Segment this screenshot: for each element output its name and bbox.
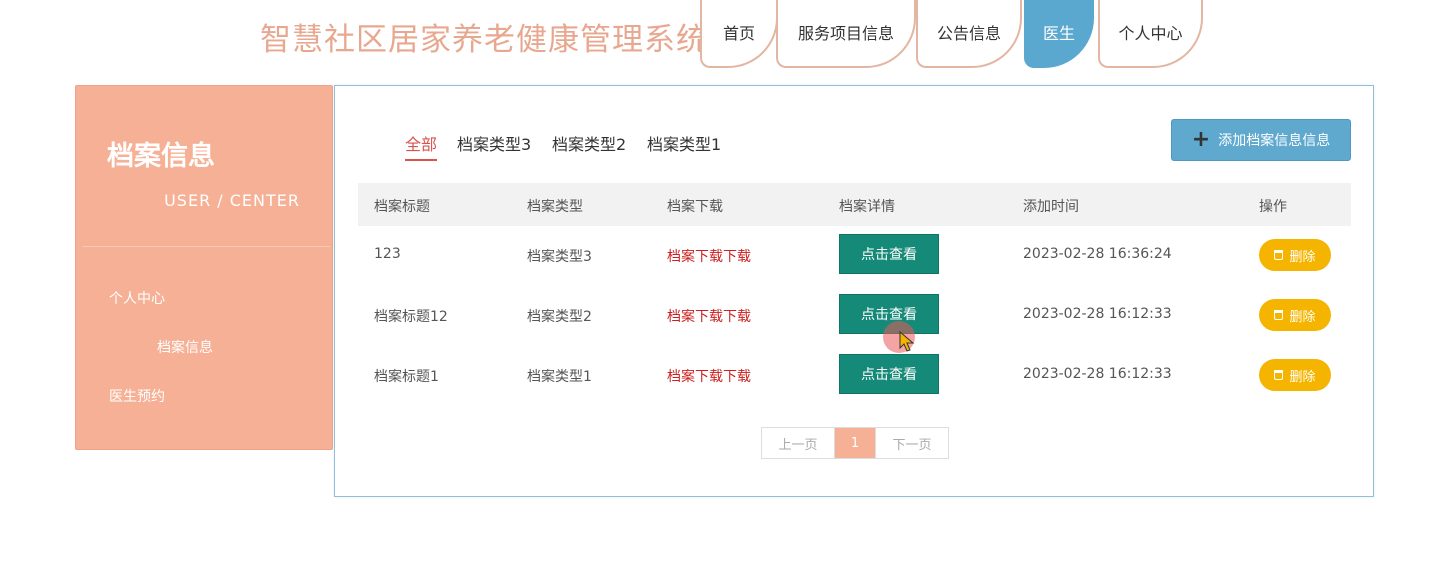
next-page-button[interactable]: 下一页 — [875, 428, 948, 458]
nav-tab-services[interactable]: 服务项目信息 — [776, 0, 916, 68]
view-detail-button[interactable]: 点击查看 — [839, 354, 939, 394]
header-time: 添加时间 — [1023, 199, 1079, 215]
sidebar: 档案信息 USER / CENTER 个人中心 档案信息 医生预约 — [75, 85, 333, 450]
download-link[interactable]: 档案下载下载 — [667, 306, 751, 326]
filter-all[interactable]: 全部 — [405, 131, 438, 161]
table-row: 档案标题12 档案类型2 档案下载下载 点击查看 2023-02-28 16:1… — [358, 286, 1351, 346]
nav-tab-label: 公告信息 — [936, 24, 1001, 43]
nav-tab-label: 服务项目信息 — [797, 24, 894, 43]
header-download: 档案下载 — [667, 199, 723, 215]
nav-tab-label: 首页 — [722, 24, 755, 43]
sidebar-item-records[interactable]: 档案信息 — [157, 337, 213, 357]
trash-icon — [1274, 370, 1284, 380]
nav-tab-home[interactable]: 首页 — [700, 0, 778, 68]
nav-tab-personal-center[interactable]: 个人中心 — [1098, 0, 1203, 68]
table-row: 123 档案类型3 档案下载下载 点击查看 2023-02-28 16:36:2… — [358, 226, 1351, 286]
sidebar-title: 档案信息 — [107, 141, 215, 172]
header-type: 档案类型 — [527, 199, 583, 215]
nav-tab-notices[interactable]: 公告信息 — [916, 0, 1022, 68]
trash-icon — [1274, 250, 1284, 260]
delete-label: 删除 — [1289, 369, 1316, 385]
pagination: 上一页 1 下一页 — [761, 427, 949, 459]
add-record-button[interactable]: + 添加档案信息信息 — [1171, 119, 1351, 161]
delete-label: 删除 — [1289, 309, 1316, 325]
nav-tab-doctor[interactable]: 医生 — [1024, 0, 1094, 68]
nav-tab-label: 个人中心 — [1118, 24, 1183, 43]
plus-icon: + — [1191, 127, 1211, 152]
filter-type3[interactable]: 档案类型3 — [457, 131, 531, 155]
view-detail-button[interactable]: 点击查看 — [839, 234, 939, 274]
delete-label: 删除 — [1289, 249, 1316, 265]
download-link[interactable]: 档案下载下载 — [667, 246, 751, 266]
delete-button[interactable]: 删除 — [1259, 239, 1331, 271]
current-page-button[interactable]: 1 — [835, 428, 875, 458]
main-panel: 全部 档案类型3 档案类型2 档案类型1 + 添加档案信息信息 档案标题 档案类… — [334, 85, 1374, 497]
sidebar-item-doctor-appointment[interactable]: 医生预约 — [109, 386, 165, 406]
trash-icon — [1274, 310, 1284, 320]
cell-title: 档案标题1 — [374, 369, 439, 385]
header-title: 档案标题 — [374, 199, 430, 215]
cell-time: 2023-02-28 16:36:24 — [1023, 246, 1172, 262]
nav-tab-label: 医生 — [1042, 24, 1075, 43]
site-title: 智慧社区居家养老健康管理系统 — [260, 22, 708, 58]
table-header: 档案标题 档案类型 档案下载 档案详情 添加时间 操作 — [358, 183, 1351, 226]
mouse-cursor-icon — [899, 331, 915, 352]
delete-button[interactable]: 删除 — [1259, 299, 1331, 331]
sidebar-item-personal-center[interactable]: 个人中心 — [109, 288, 165, 308]
filter-type1[interactable]: 档案类型1 — [647, 131, 721, 155]
header-action: 操作 — [1259, 199, 1287, 215]
cell-time: 2023-02-28 16:12:33 — [1023, 366, 1172, 382]
add-record-label: 添加档案信息信息 — [1218, 133, 1331, 149]
cell-time: 2023-02-28 16:12:33 — [1023, 306, 1172, 322]
prev-page-button[interactable]: 上一页 — [762, 428, 835, 458]
cell-type: 档案类型1 — [527, 369, 592, 385]
cell-title: 档案标题12 — [374, 309, 448, 325]
cell-title: 123 — [374, 246, 401, 262]
download-link[interactable]: 档案下载下载 — [667, 366, 751, 386]
header-detail: 档案详情 — [839, 199, 895, 215]
sidebar-subtitle: USER / CENTER — [164, 191, 300, 210]
delete-button[interactable]: 删除 — [1259, 359, 1331, 391]
sidebar-divider — [82, 246, 330, 247]
filter-type2[interactable]: 档案类型2 — [552, 131, 626, 155]
cell-type: 档案类型3 — [527, 249, 592, 265]
cell-type: 档案类型2 — [527, 309, 592, 325]
table-row: 档案标题1 档案类型1 档案下载下载 点击查看 2023-02-28 16:12… — [358, 346, 1351, 406]
